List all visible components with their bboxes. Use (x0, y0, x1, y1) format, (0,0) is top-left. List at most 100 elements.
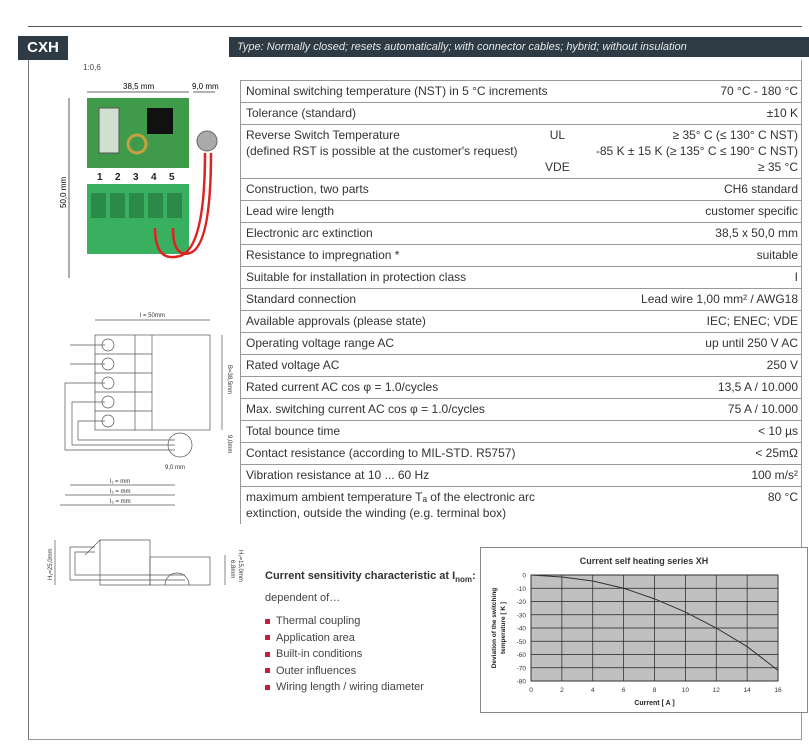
tech-h2: H₂=15,0mm (237, 550, 243, 582)
y-tick-label: -80 (517, 679, 527, 686)
dim-probe: 9,0 mm (192, 82, 219, 91)
spec-label: Suitable for installation in protection … (239, 266, 587, 289)
y-axis-label: Deviation of the switching (491, 588, 498, 669)
spec-label: Tolerance (standard) (239, 102, 587, 125)
spec-value: < 25mΩ (586, 442, 801, 465)
spec-label: Resistance to impregnation * (239, 244, 587, 267)
spec-label: maximum ambient temperature Tₐ of the el… (246, 490, 536, 504)
spec-label: Rated voltage AC (239, 354, 587, 377)
list-item-label: Wiring length / wiring diameter (276, 681, 424, 694)
spec-table: Nominal switching temperature (NST) in 5… (239, 80, 801, 524)
dependent-text: dependent of… (265, 592, 341, 604)
list-item-label: Thermal coupling (276, 615, 361, 628)
spec-value: 75 A / 10.000 (586, 398, 801, 421)
spec-label: Vibration resistance at 10 ... 60 Hz (239, 464, 587, 487)
technical-drawing-top: l = 50mm B=38,5mm 9,0mm 9,0 mm l₁ = mm l… (60, 313, 232, 506)
product-photo: 38,5 mm 9,0 mm 50,0 mm 1 2 3 4 5 (59, 82, 219, 278)
y-tick-label: -30 (517, 612, 527, 619)
sensitivity-title-end: : (472, 570, 476, 582)
spec-row: Tolerance (standard) ±10 K (239, 102, 801, 125)
technical-drawing-side: H₁=25,0mm 6,8mm H₂=15,0mm (48, 539, 243, 586)
y-tick-label: -70 (517, 665, 527, 672)
spec-value: 100 m/s² (586, 464, 801, 487)
left-rule (28, 60, 29, 740)
spec-value: ±10 K (586, 102, 801, 125)
spec-value: 70 °C - 180 °C (586, 80, 801, 103)
spec-label: Total bounce time (239, 420, 587, 443)
spec-value: CH6 standard (586, 178, 801, 201)
list-item: Outer influences (265, 663, 424, 680)
bullet-icon (265, 684, 270, 690)
tech-b: B=38,5mm (226, 365, 232, 394)
x-axis-label: Current [ A ] (634, 700, 674, 707)
list-item: Built-in conditions (265, 646, 424, 663)
spec-label: Electronic arc extinction (239, 222, 587, 245)
x-tick-label: 4 (591, 687, 595, 694)
spec-label: Lead wire length (239, 200, 587, 223)
list-item-label: Application area (276, 631, 355, 644)
x-tick-label: 12 (713, 687, 721, 694)
sensitivity-title-text: Current sensitivity characteristic at I (265, 570, 456, 582)
bottom-rule (28, 739, 802, 740)
x-tick-label: 14 (744, 687, 752, 694)
list-item: Thermal coupling (265, 613, 424, 630)
spec-value: suitable (586, 244, 801, 267)
tech-length: l = 50mm (140, 313, 165, 319)
tech-l2: l₂ = mm (110, 489, 131, 495)
spec-value: 80 °C (586, 486, 801, 524)
spec-value: customer specific (586, 200, 801, 223)
spec-label: Available approvals (please state) (239, 310, 587, 333)
list-item: Wiring length / wiring diameter (265, 679, 424, 696)
spec-value: I (586, 266, 801, 289)
spec-row: Rated current AC cos φ = 1.0/cycles 13,5 … (239, 376, 801, 399)
y-axis-label-line2: temperature [ K ] (500, 602, 507, 654)
x-tick-label: 6 (622, 687, 626, 694)
spec-label: Contact resistance (according to MIL-STD… (239, 442, 587, 465)
spec-label: Operating voltage range AC (239, 332, 587, 355)
list-item-label: Built-in conditions (276, 648, 363, 661)
terminal-4: 4 (151, 172, 157, 183)
terminal-2: 2 (115, 172, 121, 183)
y-tick-label: -60 (517, 652, 527, 659)
list-item: Application area (265, 630, 424, 647)
spec-value: 13,5 A / 10.000 (586, 376, 801, 399)
sensitivity-title: Current sensitivity characteristic at In… (265, 570, 476, 584)
self-heating-chart: Current self heating series XH 0 -10 -20 -3… (480, 547, 808, 713)
spec-label: Max. switching current AC cos φ = 1.0/cy… (239, 398, 587, 421)
top-rule (28, 26, 802, 27)
spec-row: Lead wire length customer specific (239, 200, 801, 223)
spec-row: Resistance to impregnation * suitable (239, 244, 801, 267)
spec-row: Electronic arc extinction 38,5 x 50,0 mm (239, 222, 801, 245)
terminal-5: 5 (169, 172, 175, 183)
tech-l3: l₃ = mm (110, 499, 131, 505)
tech-h1: H₁=25,0mm (48, 548, 54, 580)
y-tick-label: -10 (517, 586, 527, 593)
spec-row: Total bounce time < 10 µs (239, 420, 801, 443)
spec-label: Standard connection (239, 288, 587, 311)
spec-value: up until 250 V AC (586, 332, 801, 355)
dim-height: 50,0 mm (59, 177, 68, 208)
spec-row: Nominal switching temperature (NST) in 5… (239, 80, 801, 103)
spec-value: 38,5 x 50,0 mm (586, 222, 801, 245)
spec-row: Vibration resistance at 10 ... 60 Hz 100 … (239, 464, 801, 487)
tech-h3: 6,8mm (229, 560, 235, 578)
tech-9a: 9,0mm (226, 435, 232, 453)
spec-label: Construction, two parts (239, 178, 587, 201)
spec-value: < 10 µs (586, 420, 801, 443)
bullet-icon (265, 618, 270, 624)
x-tick-label: 8 (653, 687, 657, 694)
x-tick-label: 16 (774, 687, 782, 694)
terminal-1: 1 (97, 172, 103, 183)
spec-row: Rated voltage AC 250 V (239, 354, 801, 377)
spec-row: Operating voltage range AC up until 250 V… (239, 332, 801, 355)
spec-row: Construction, two parts CH6 standard (239, 178, 801, 201)
spec-row: Standard connection Lead wire 1,00 mm² / … (239, 288, 801, 311)
list-item-label: Outer influences (276, 664, 357, 677)
x-tick-label: 2 (560, 687, 564, 694)
spec-row: Max. switching current AC cos φ = 1.0/cy… (239, 398, 801, 421)
terminal-3: 3 (133, 172, 139, 183)
spec-row: Suitable for installation in protection … (239, 266, 801, 289)
vde-label: VDE (545, 160, 570, 174)
x-tick-label: 10 (682, 687, 690, 694)
ul-label: UL (549, 128, 566, 142)
